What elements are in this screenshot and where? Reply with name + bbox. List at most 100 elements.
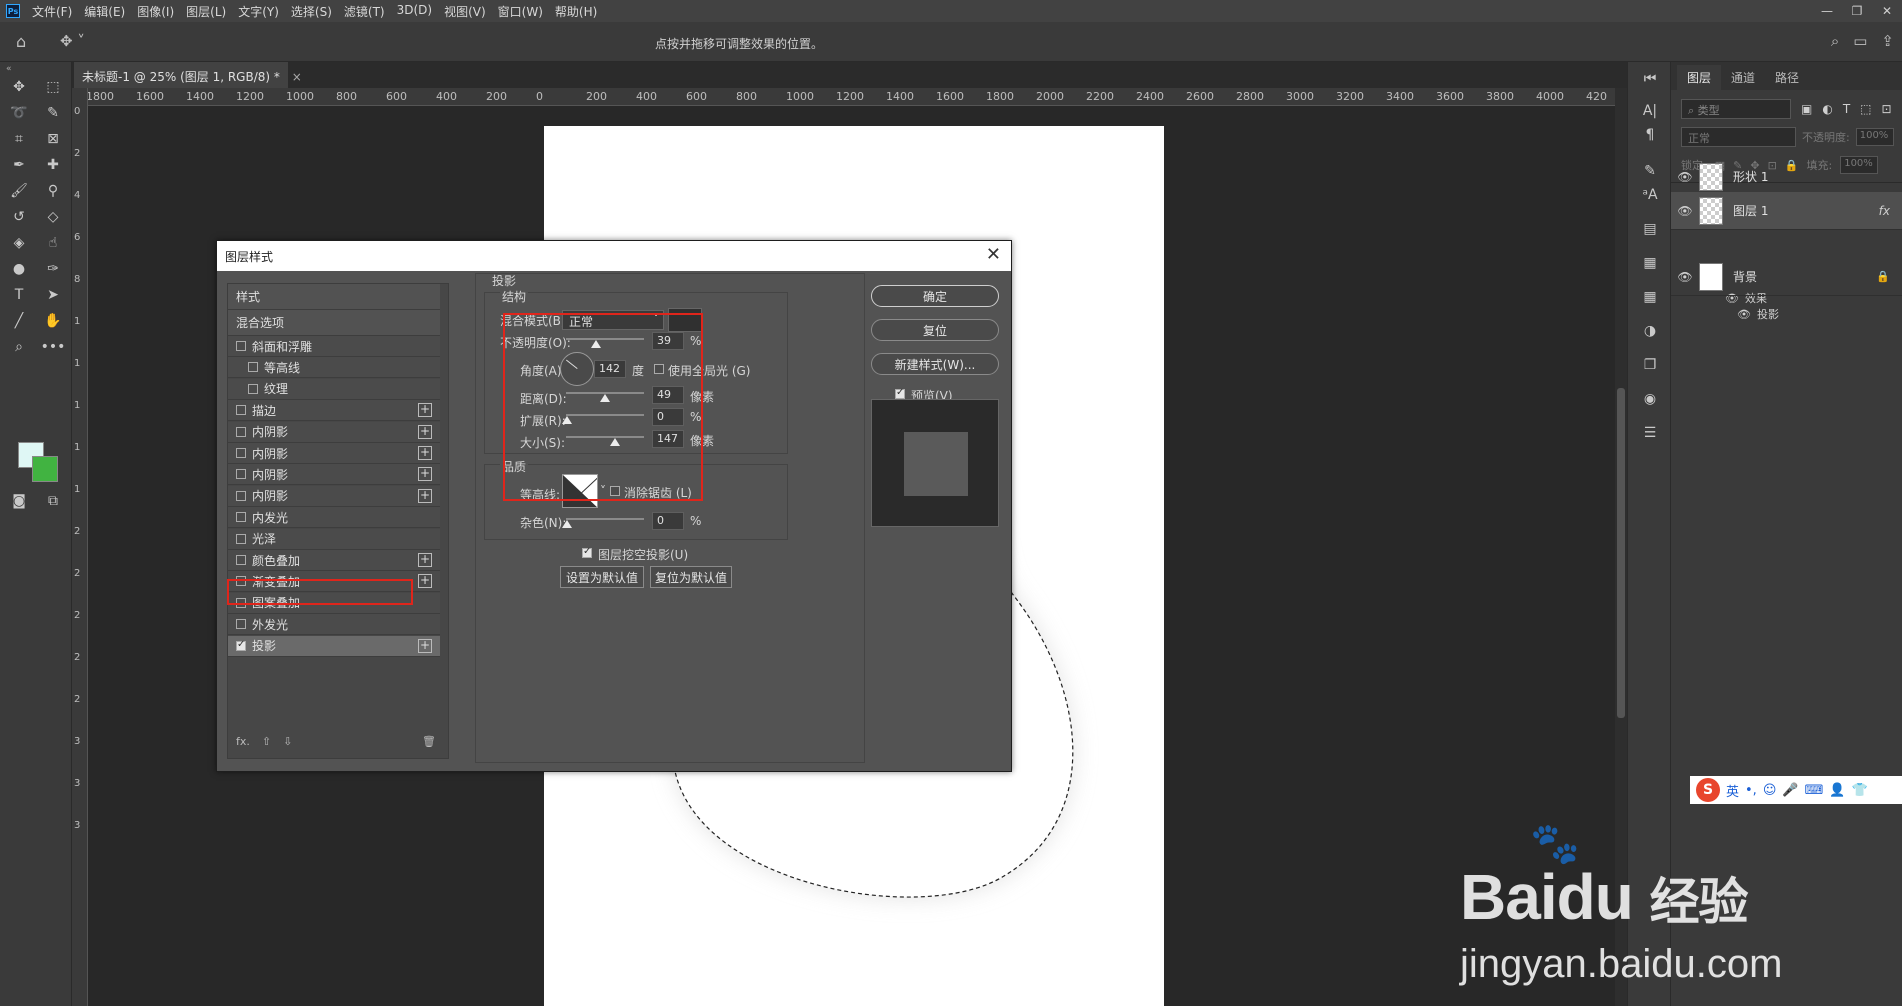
restore-icon[interactable]: ❐ — [1842, 0, 1872, 22]
fx-menu-icon[interactable]: fx. — [236, 735, 250, 748]
path-select-icon[interactable]: ➤ — [42, 284, 64, 306]
minimize-icon[interactable]: — — [1812, 0, 1842, 22]
style-item[interactable]: 斜面和浮雕 — [228, 336, 440, 357]
fx-icon[interactable]: fx — [1879, 204, 1890, 218]
share-icon[interactable]: ⇪ — [1881, 32, 1894, 50]
eraser-tool-icon[interactable]: ◇ — [42, 206, 64, 228]
layer-row-background[interactable]: 👁 背景 🔒 — [1671, 258, 1902, 296]
style-item[interactable]: 外发光 — [228, 614, 440, 636]
healing-brush-icon[interactable]: ✚ — [42, 154, 64, 176]
noise-slider-track[interactable] — [566, 518, 644, 520]
stamp-tool-icon[interactable]: ⚲ — [42, 180, 64, 202]
type-tool-icon[interactable]: T — [8, 284, 30, 306]
menu-item[interactable]: 选择(S) — [285, 3, 338, 20]
ok-button[interactable]: 确定 — [871, 285, 999, 307]
style-item[interactable]: 等高线 — [228, 357, 440, 379]
close-icon[interactable]: ✕ — [1872, 0, 1902, 22]
scrollbar-thumb[interactable] — [1617, 388, 1625, 718]
menu-item[interactable]: 文件(F) — [26, 3, 78, 20]
search-icon[interactable]: ⌕ — [1831, 32, 1839, 50]
emoji-icon[interactable]: ☺ — [1763, 783, 1777, 798]
style-checkbox[interactable] — [236, 639, 246, 651]
screen-mode-icon[interactable]: ⧉ — [42, 490, 64, 512]
reset-button[interactable]: 复位 — [871, 319, 999, 341]
make-default-button[interactable]: 设置为默认值 — [560, 566, 644, 588]
pen-tool-icon[interactable]: ✑ — [42, 258, 64, 280]
style-checkbox[interactable] — [236, 512, 246, 523]
add-effect-icon[interactable]: + — [418, 424, 432, 439]
opacity-input[interactable]: 100% — [1855, 128, 1894, 146]
visibility-eye-icon[interactable]: 👁 — [1671, 270, 1699, 284]
styles-header[interactable]: 样式 — [228, 284, 440, 310]
home-icon[interactable]: ⌂ — [16, 32, 38, 52]
quick-select-icon[interactable]: ✎ — [42, 102, 64, 124]
brush-settings-icon[interactable]: ✎ — [1639, 160, 1661, 182]
style-checkbox[interactable] — [236, 490, 246, 501]
menu-item[interactable]: 图层(L) — [180, 3, 232, 20]
paint-bucket-icon[interactable]: ◈ — [8, 232, 30, 254]
style-item[interactable]: 颜色叠加 + — [228, 550, 440, 571]
filter-pixel-icon[interactable]: ▣ — [1801, 102, 1812, 116]
style-checkbox[interactable] — [236, 533, 246, 544]
blend-options-item[interactable]: 混合选项 — [228, 310, 440, 336]
add-effect-icon[interactable]: + — [418, 403, 432, 418]
skin-icon[interactable]: 👕 — [1852, 783, 1868, 798]
menu-item[interactable]: 窗口(W) — [492, 3, 549, 20]
preview-checkbox[interactable] — [895, 387, 905, 399]
paragraph-panel-icon[interactable]: ¶ — [1639, 124, 1661, 146]
move-tool-option-icon[interactable]: ✥ ˅ — [60, 32, 85, 50]
color-panel-icon[interactable]: ◉ — [1639, 388, 1661, 410]
filter-adjust-icon[interactable]: ◐ — [1822, 102, 1832, 116]
add-effect-icon[interactable]: + — [418, 553, 432, 567]
workspace-icon[interactable]: ▭ — [1853, 32, 1867, 50]
style-item[interactable]: 内阴影 + — [228, 485, 440, 507]
layer-blend-mode-select[interactable]: 正常 — [1681, 127, 1796, 147]
noise-input[interactable]: 0 — [652, 512, 684, 530]
more-tools-icon[interactable]: ••• — [41, 336, 66, 358]
visibility-eye-icon[interactable]: 👁 — [1671, 204, 1699, 218]
quick-mask-icon[interactable]: ◙ — [8, 490, 30, 512]
trash-icon[interactable]: 🗑 — [422, 735, 436, 748]
move-tool-icon[interactable]: ✥ — [8, 76, 30, 98]
properties-panel-icon[interactable]: ☰ — [1639, 422, 1661, 444]
gradient-panel-icon[interactable]: ▤ — [1639, 218, 1661, 240]
tab-close-icon[interactable]: × — [292, 70, 302, 84]
style-checkbox[interactable] — [248, 383, 258, 394]
filter-shape-icon[interactable]: ⬚ — [1860, 102, 1871, 116]
frame-tool-icon[interactable]: ⊠ — [42, 128, 64, 150]
add-effect-icon[interactable]: + — [418, 638, 432, 653]
collapse-icon[interactable]: « — [6, 64, 12, 74]
document-tab[interactable]: 未标题-1 @ 25% (图层 1, RGB/8) * × — [74, 62, 302, 88]
style-item[interactable]: 投影 + — [228, 635, 440, 657]
smudge-tool-icon[interactable]: ☝ — [42, 232, 64, 254]
menu-item[interactable]: 编辑(E) — [78, 3, 131, 20]
history-brush-icon[interactable]: ↺ — [8, 206, 30, 228]
effect-dropshadow-row[interactable]: 👁 投影 — [1737, 306, 1779, 322]
new-style-button[interactable]: 新建样式(W)... — [871, 353, 999, 375]
layer-kind-filter[interactable]: ⌕ 类型 — [1681, 99, 1791, 119]
style-checkbox[interactable] — [236, 469, 246, 480]
style-checkbox[interactable] — [236, 619, 246, 630]
eyedropper-icon[interactable]: ✒ — [8, 154, 30, 176]
tab-channels[interactable]: 通道 — [1721, 65, 1765, 90]
style-item[interactable]: 纹理 — [228, 378, 440, 400]
line-tool-icon[interactable]: ╱ — [8, 310, 30, 332]
ime-language[interactable]: 英 — [1726, 781, 1739, 800]
style-checkbox[interactable] — [236, 426, 246, 437]
lasso-tool-icon[interactable]: ➰ — [8, 102, 30, 124]
marquee-tool-icon[interactable]: ⬚ — [42, 76, 64, 98]
menu-item[interactable]: 图像(I) — [131, 3, 180, 20]
patterns-panel-icon[interactable]: ▦ — [1639, 286, 1661, 308]
user-icon[interactable]: 👤 — [1829, 783, 1845, 798]
brush-tool-icon[interactable]: 🖌 — [8, 180, 30, 202]
character-panel-icon[interactable]: A| — [1639, 100, 1661, 122]
style-checkbox[interactable] — [236, 341, 246, 351]
hand-tool-icon[interactable]: ✋ — [42, 310, 64, 332]
move-down-icon[interactable]: ⇩ — [283, 735, 292, 748]
mic-icon[interactable]: 🎤 — [1782, 783, 1798, 798]
style-item[interactable]: 光泽 — [228, 528, 440, 550]
filter-smart-icon[interactable]: ⊡ — [1882, 102, 1892, 116]
crop-tool-icon[interactable]: ⌗ — [8, 128, 30, 150]
style-item[interactable]: 内发光 — [228, 507, 440, 529]
style-checkbox[interactable] — [248, 362, 258, 373]
